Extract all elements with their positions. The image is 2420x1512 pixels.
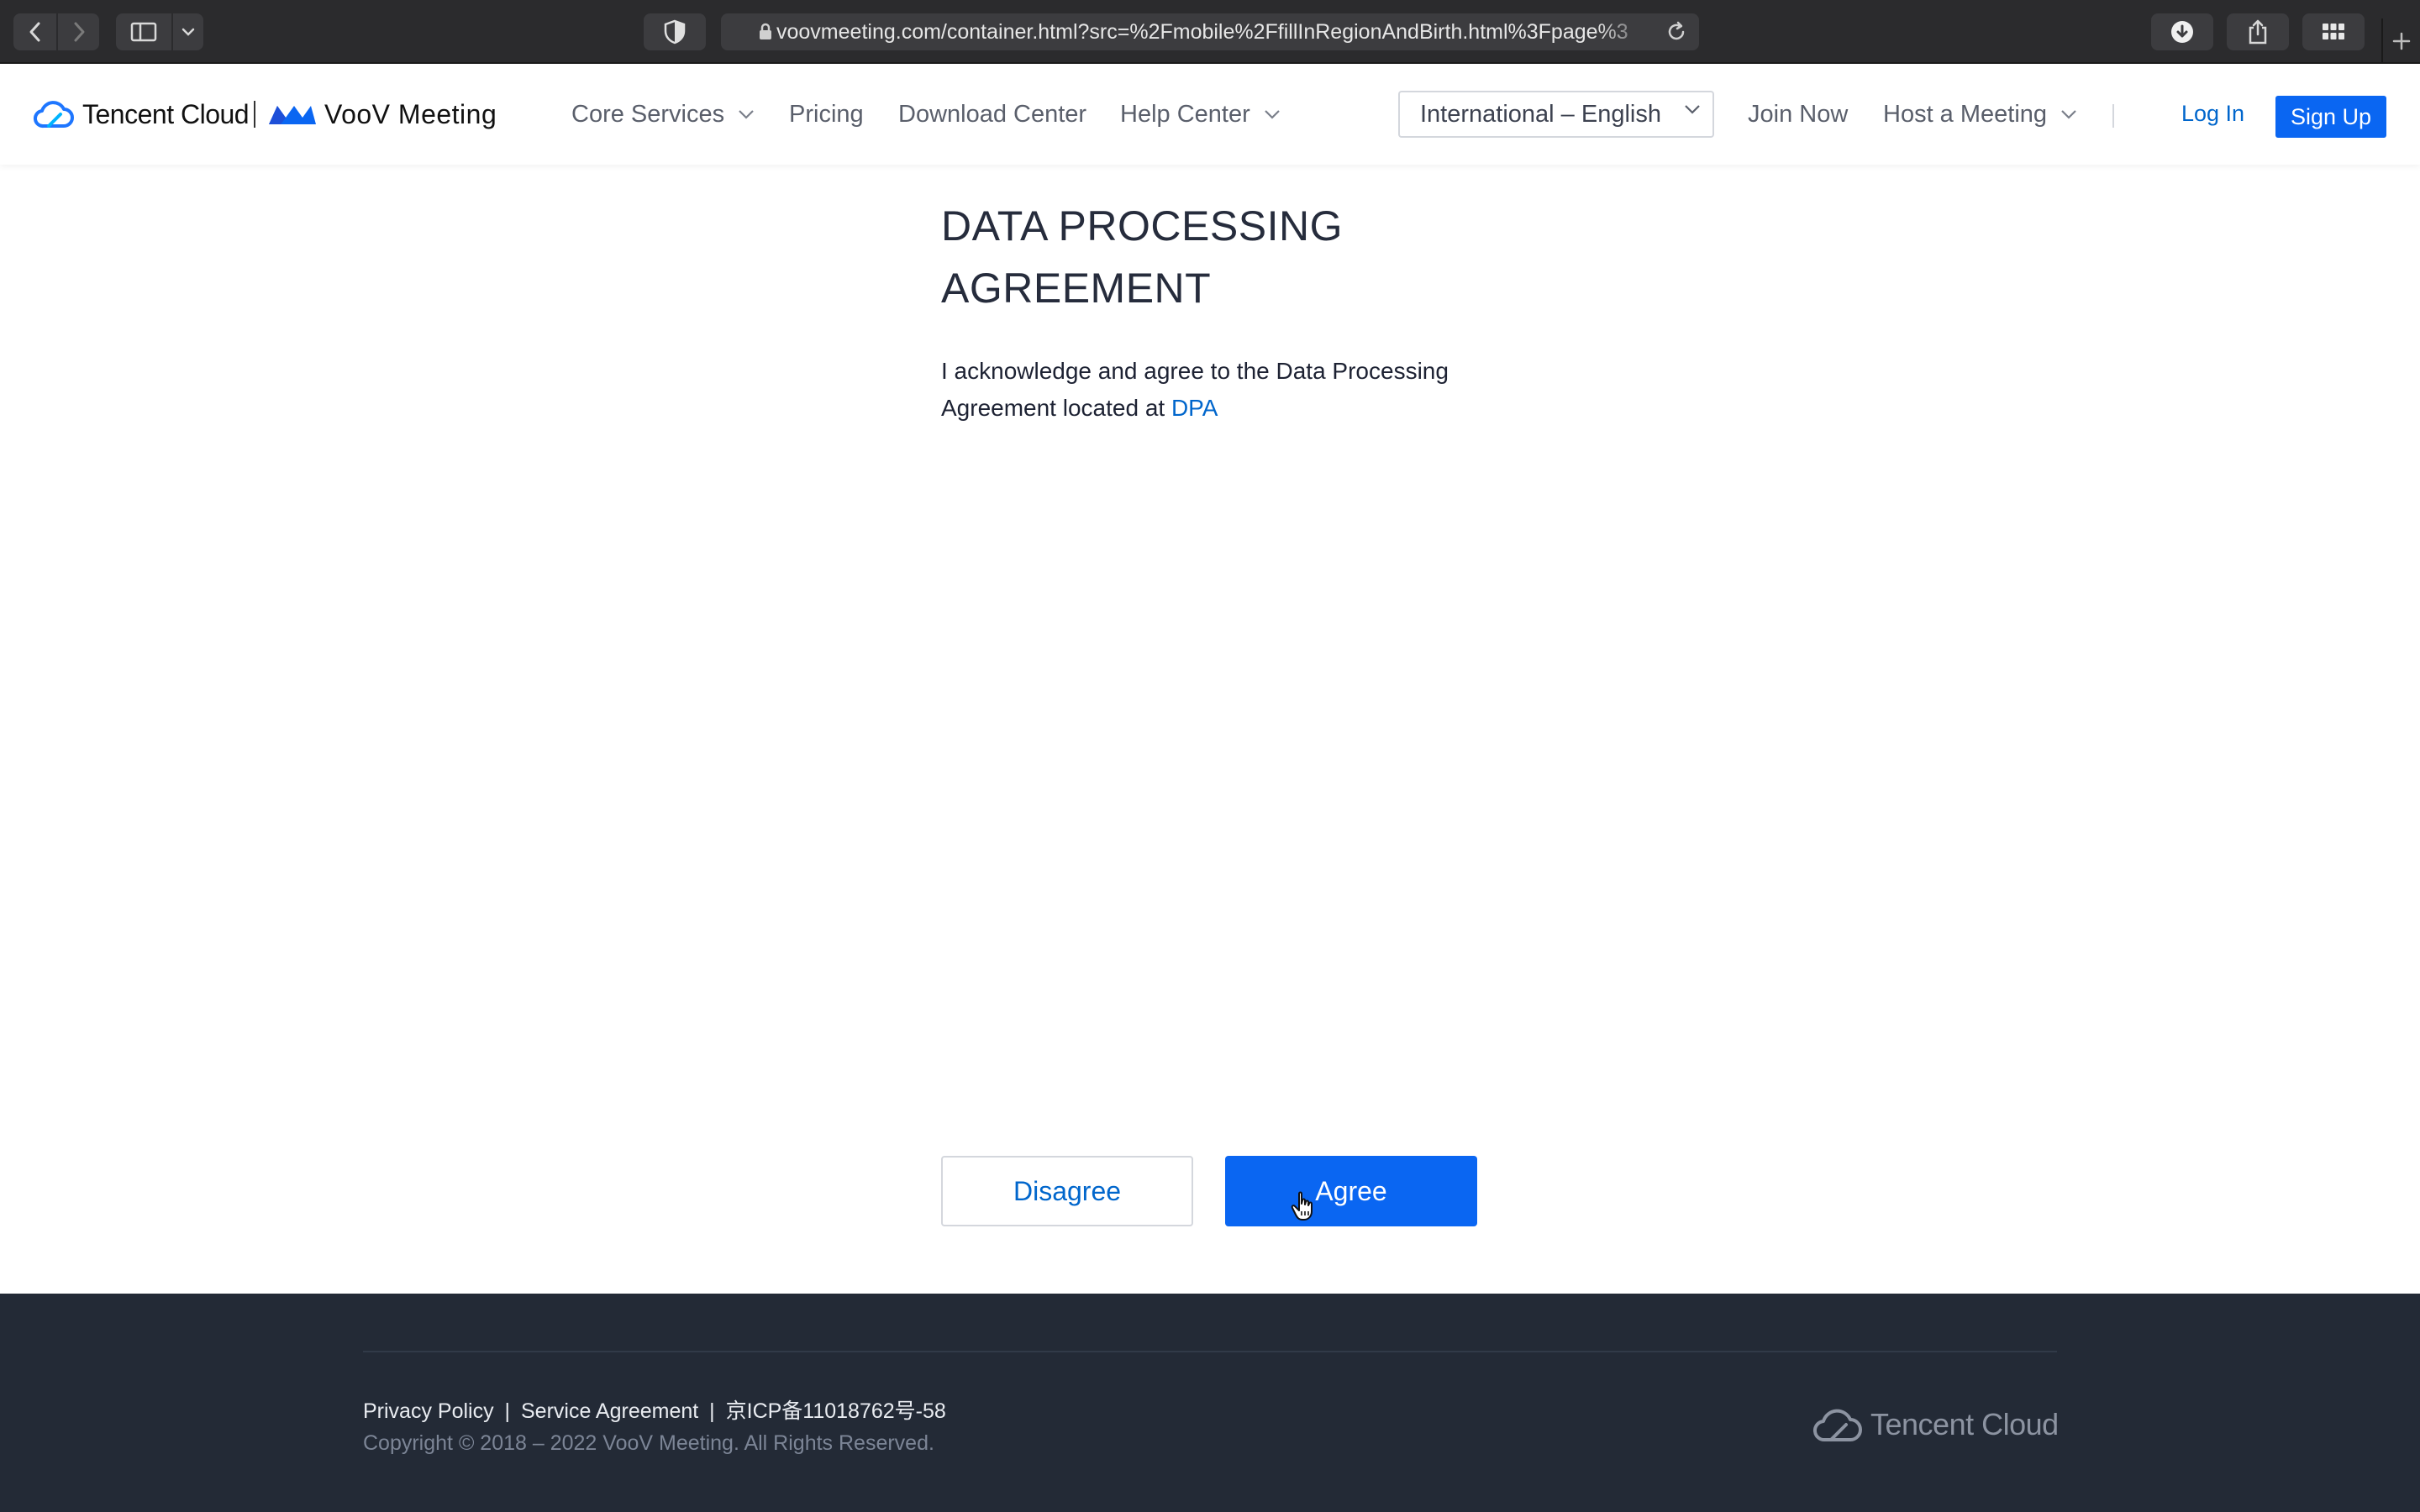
nav-core-services[interactable]: Core Services: [571, 99, 755, 129]
chevron-down-icon: [182, 28, 195, 36]
logo-divider: [254, 101, 255, 128]
back-button[interactable]: [13, 13, 56, 50]
address-bar[interactable]: voovmeeting.com/container.html?src=%2Fmo…: [721, 13, 1699, 50]
chevron-down-icon: [1685, 105, 1700, 114]
nav-host-meeting-label: Host a Meeting: [1883, 100, 2048, 128]
tencent-cloud-logo[interactable]: Tencent Cloud: [32, 97, 250, 131]
nav-core-services-label: Core Services: [571, 100, 725, 128]
forward-button[interactable]: [56, 13, 99, 50]
new-tab-button[interactable]: [2381, 18, 2420, 64]
share-button[interactable]: [2227, 13, 2289, 50]
page-title: DATA PROCESSING AGREEMENT: [941, 195, 1445, 319]
tab-overview-button[interactable]: [2302, 13, 2365, 50]
chevron-down-icon: [1264, 110, 1280, 119]
header-divider: [2112, 104, 2114, 128]
browser-toolbar: voovmeeting.com/container.html?src=%2Fmo…: [0, 0, 2420, 64]
footer-separator: |: [504, 1399, 511, 1423]
agreement-description-line-1: I acknowledge and agree to the Data Proc…: [941, 358, 1449, 384]
disagree-button[interactable]: Disagree: [941, 1156, 1193, 1226]
reload-icon[interactable]: [1665, 21, 1687, 43]
voov-logo-icon: [269, 106, 316, 124]
cloud-logo-icon: [34, 101, 74, 129]
history-nav: [13, 13, 99, 50]
signup-button[interactable]: Sign Up: [2275, 96, 2386, 138]
nav-help-center[interactable]: Help Center: [1120, 99, 1281, 129]
nav-help-center-label: Help Center: [1120, 100, 1250, 128]
download-icon: [2171, 21, 2193, 43]
lock-icon: [760, 23, 771, 39]
footer-logo-text: Tencent Cloud: [1870, 1407, 2059, 1441]
service-agreement-link[interactable]: Service Agreement: [521, 1399, 698, 1423]
login-link[interactable]: Log In: [2181, 101, 2244, 127]
voov-meeting-logo-text: VooV Meeting: [324, 98, 497, 129]
site-footer: Privacy Policy | Service Agreement | 京IC…: [0, 1294, 2420, 1512]
voov-meeting-logo[interactable]: VooV Meeting: [267, 97, 497, 131]
plus-icon: [2392, 32, 2411, 50]
footer-links: Privacy Policy | Service Agreement | 京IC…: [363, 1394, 946, 1425]
agree-button[interactable]: Agree: [1225, 1156, 1477, 1226]
url-text: voovmeeting.com/container.html?src=%2Fmo…: [776, 19, 1628, 44]
nav-download-center[interactable]: Download Center: [898, 99, 1086, 129]
site-header: Tencent Cloud VooV Meeting Core Services…: [0, 64, 2420, 165]
page-title-line-1: DATA PROCESSING: [941, 202, 1343, 249]
hand-pointer-cursor-icon: [1291, 1191, 1313, 1221]
chevron-down-icon: [739, 110, 754, 119]
sidebar-icon: [130, 22, 157, 42]
sidebar-toggle-button[interactable]: [116, 13, 173, 50]
agreement-description: I acknowledge and agree to the Data Proc…: [941, 353, 1479, 427]
nav-download-center-label: Download Center: [898, 100, 1087, 128]
footer-separator: |: [709, 1399, 715, 1423]
chevron-right-icon: [74, 22, 84, 42]
page-title-line-2: AGREEMENT: [941, 265, 1212, 312]
downloads-button[interactable]: [2151, 13, 2213, 50]
sidebar-menu-button[interactable]: [173, 13, 203, 50]
agreement-description-line-2: Agreement located at: [941, 395, 1165, 421]
language-select[interactable]: International – English: [1398, 91, 1714, 138]
shield-icon: [664, 19, 686, 45]
language-select-value: International – English: [1420, 100, 1661, 128]
cloud-logo-icon: [1812, 1409, 1862, 1442]
nav-host-meeting[interactable]: Host a Meeting: [1883, 99, 2077, 129]
nav-join-now-label: Join Now: [1748, 100, 1849, 128]
nav-pricing-label: Pricing: [789, 100, 864, 128]
privacy-policy-link[interactable]: Privacy Policy: [363, 1399, 494, 1423]
icp-license-link[interactable]: 京ICP备11018762号-58: [726, 1399, 946, 1423]
share-icon: [2249, 19, 2267, 45]
footer-divider: [363, 1351, 2057, 1352]
nav-join-now[interactable]: Join Now: [1748, 99, 1848, 129]
sidebar-toggle-group: [116, 13, 203, 50]
tencent-cloud-logo-text: Tencent Cloud: [82, 98, 250, 129]
dpa-link[interactable]: DPA: [1171, 395, 1218, 421]
grid-icon: [2323, 24, 2344, 39]
chevron-left-icon: [29, 22, 39, 42]
privacy-report-button[interactable]: [644, 13, 706, 50]
copyright-text: Copyright © 2018 – 2022 VooV Meeting. Al…: [363, 1431, 934, 1455]
footer-tencent-cloud-logo: Tencent Cloud: [1812, 1406, 2059, 1443]
nav-pricing[interactable]: Pricing: [789, 99, 864, 129]
chevron-down-icon: [2061, 110, 2076, 119]
